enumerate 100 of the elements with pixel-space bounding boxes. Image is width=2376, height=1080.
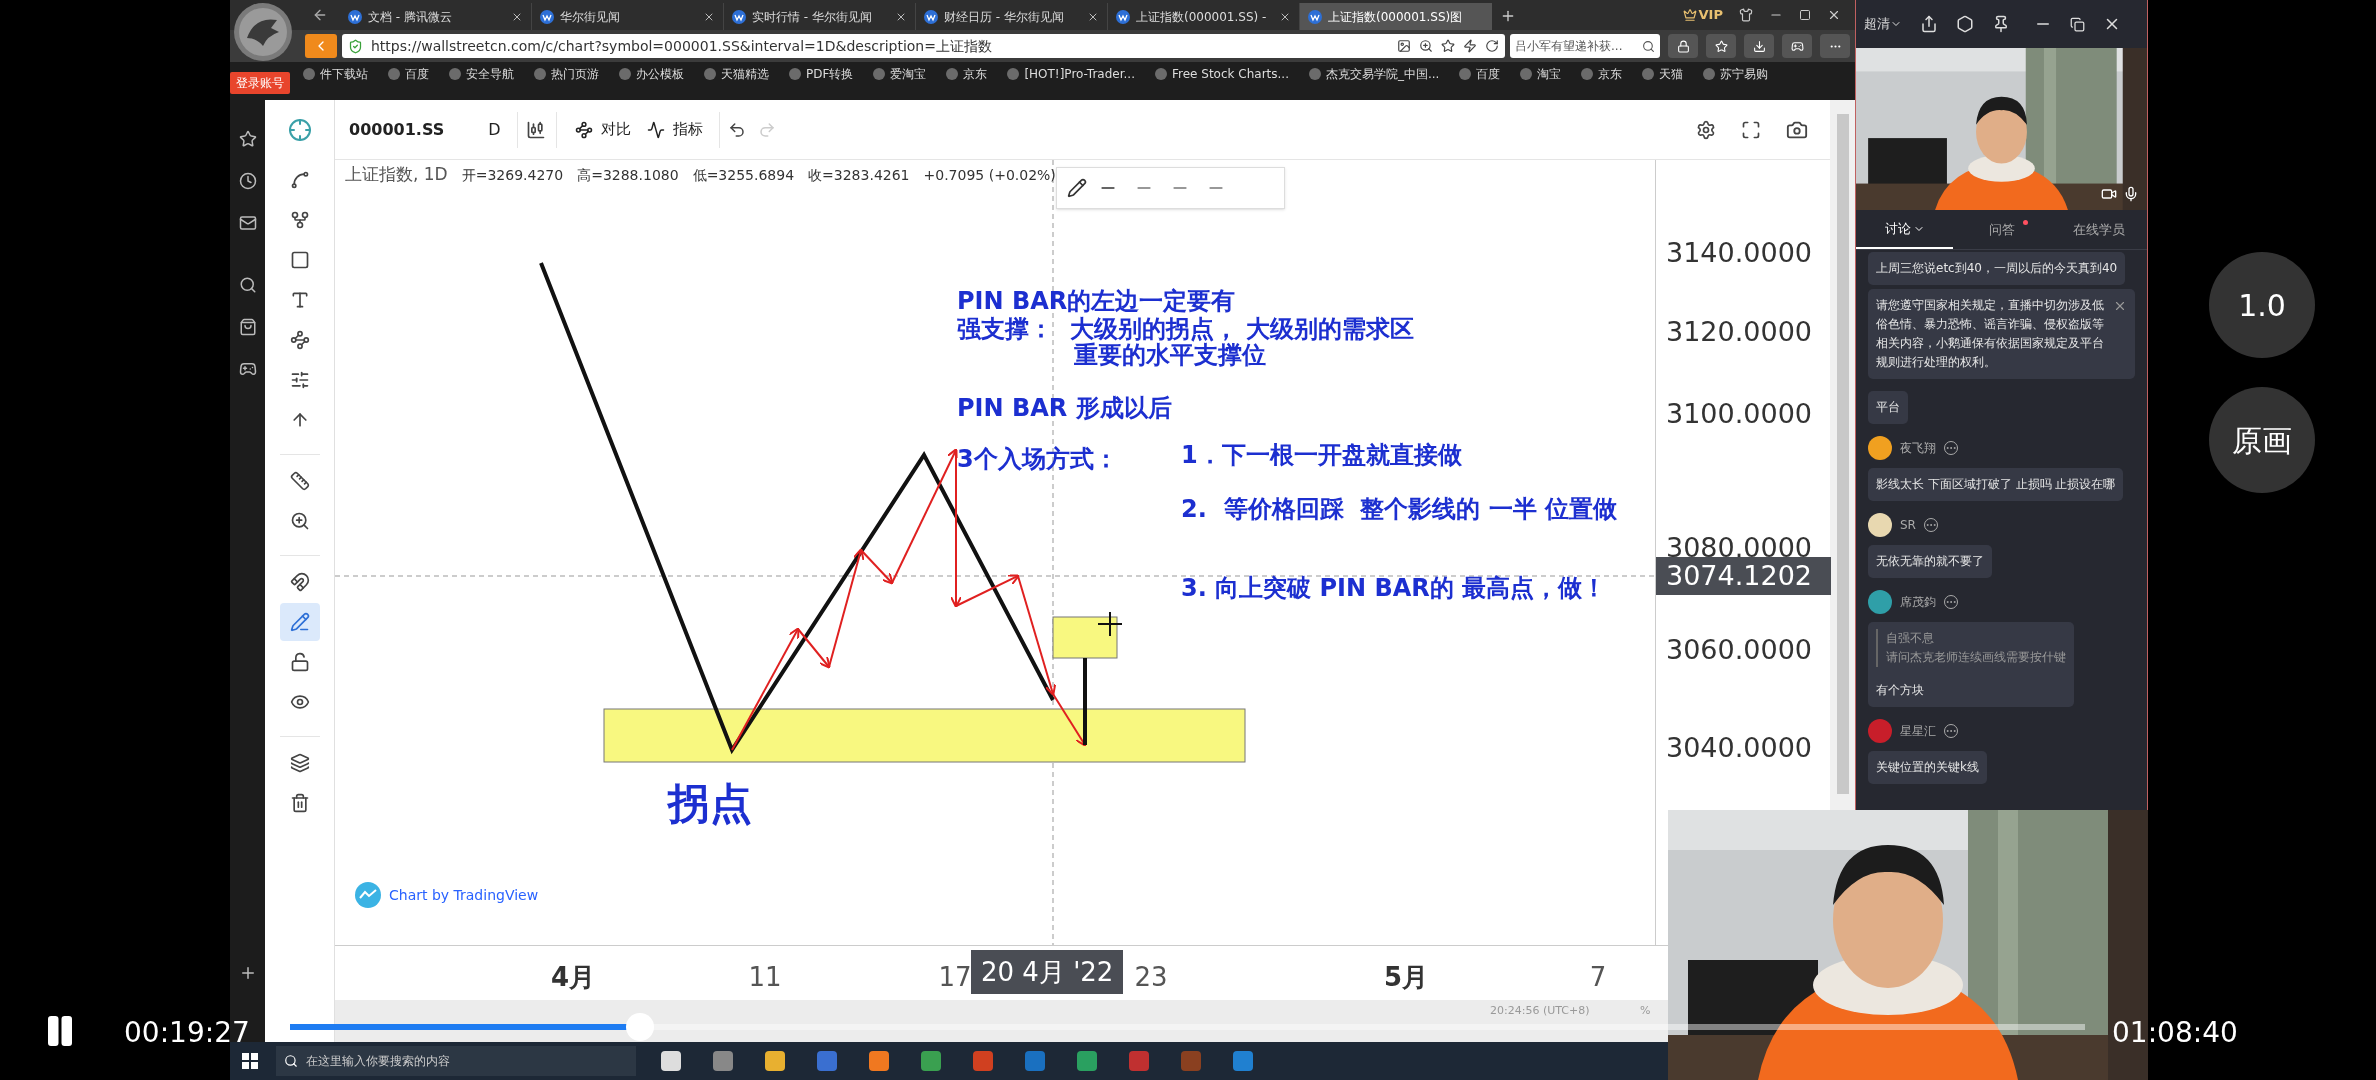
time-label: 7 — [1589, 961, 1607, 994]
tool-button[interactable] — [279, 603, 320, 641]
mail-icon[interactable] — [238, 214, 257, 232]
progress-track[interactable] — [290, 1024, 2085, 1030]
gamepad-button[interactable] — [1782, 34, 1812, 58]
maximize-icon[interactable] — [1799, 9, 1811, 21]
address-bar[interactable]: https://wallstreetcn.com/c/chart?symbol=000001.SS&interval=1D&description=上证指数 — [342, 34, 1505, 58]
app-icon[interactable] — [1076, 1050, 1098, 1072]
bookmark[interactable]: 安全导航 — [449, 65, 514, 83]
site-icon — [619, 68, 631, 80]
search-icon[interactable] — [238, 276, 257, 294]
toolbar-button[interactable]: 指标 — [638, 118, 711, 141]
quality-selector[interactable]: 超清 — [1864, 14, 1902, 34]
interval-label[interactable]: D — [480, 117, 509, 142]
site-icon — [1642, 68, 1655, 80]
chat-tab[interactable]: 问答 — [1953, 210, 2050, 249]
restore-icon[interactable] — [2070, 16, 2085, 32]
image-icon[interactable] — [1397, 39, 1411, 53]
crosshair-time-label: 20 4月 '22 — [971, 950, 1124, 994]
chat-tab[interactable]: 讨论 — [1856, 210, 1953, 249]
bookmark[interactable]: 苏宁易购 — [1703, 65, 1769, 83]
mic-icon[interactable] — [2123, 186, 2139, 202]
windows-icon[interactable] — [242, 1053, 258, 1069]
trash-icon — [289, 793, 310, 813]
bag-icon[interactable] — [238, 318, 257, 336]
star-button[interactable] — [1706, 34, 1736, 58]
refresh-icon[interactable] — [1485, 39, 1499, 53]
lock-button[interactable] — [1668, 34, 1698, 58]
zoom-in-icon[interactable] — [1419, 39, 1433, 53]
bookmark[interactable]: 办公模板 — [619, 65, 684, 83]
price-label: 3060.0000 — [1666, 633, 1812, 667]
back-arrow-icon[interactable] — [312, 7, 328, 23]
user-name: 席茂鈞 — [1900, 594, 1936, 611]
url-text: https://wallstreetcn.com/c/chart?symbol=000001.SS&interval=1D&description=上证指数 — [371, 36, 993, 56]
pin-icon[interactable] — [1992, 15, 2010, 33]
chart-credit[interactable]: Chart by TradingView — [389, 884, 539, 906]
quality-button[interactable]: 原画 — [2209, 387, 2315, 493]
login-badge[interactable]: 登录账号 — [230, 72, 290, 94]
gamepad-icon[interactable] — [238, 360, 257, 378]
bookmark[interactable]: 百度 — [388, 65, 429, 83]
lightning-icon[interactable] — [1463, 39, 1477, 53]
new-tab-icon[interactable] — [1500, 8, 1516, 24]
bookmark[interactable]: [HOT!]Pro-Trader... — [1007, 65, 1135, 83]
search-icon — [284, 1054, 298, 1068]
toolbar-button[interactable]: 对比 — [566, 118, 639, 141]
star-icon[interactable] — [1441, 39, 1455, 53]
search-field[interactable]: 吕小军有望递补获... — [1510, 34, 1660, 58]
bookmark[interactable]: 京东 — [946, 65, 988, 83]
chat-message: 影线太长 下面区域打破了 止损吗 止损设在哪 — [1876, 476, 2116, 493]
legend-value: 收=3283.4261 — [808, 166, 910, 185]
symbol-label[interactable]: 000001.SS — [345, 117, 449, 142]
clock-icon[interactable] — [238, 172, 257, 190]
site-icon — [1308, 68, 1321, 80]
legend-value: 高=3288.1080 — [577, 166, 679, 185]
legend-title[interactable]: 上证指数, 1D — [345, 162, 448, 188]
app-icon[interactable] — [868, 1050, 890, 1072]
app-icon[interactable] — [660, 1050, 682, 1072]
crosshair-icon[interactable] — [287, 118, 312, 142]
user-name: 星星汇 — [1900, 723, 1936, 740]
candlestick-icon[interactable] — [525, 119, 546, 140]
time-label: 23 — [1134, 961, 1168, 994]
bookmark[interactable]: Free Stock Charts... — [1155, 65, 1289, 83]
vip-label[interactable]: VIP — [1682, 5, 1723, 25]
share-icon[interactable] — [1920, 15, 1938, 33]
app-icon[interactable] — [764, 1050, 786, 1072]
site-icon — [789, 68, 801, 80]
bookmark[interactable]: 京东 — [1581, 65, 1623, 83]
bookmark[interactable]: 件下载站 — [303, 65, 368, 83]
quote-author: 自强不息 — [1886, 630, 1935, 647]
bookmark[interactable]: 爱淘宝 — [873, 65, 927, 83]
undo-icon[interactable] — [727, 120, 746, 139]
fullscreen-icon[interactable] — [1741, 119, 1761, 140]
site-icon — [449, 68, 461, 80]
annotation-text: 强支撑： 大级别的拐点， 大级别的需求区 — [957, 317, 1415, 341]
star-icon[interactable] — [238, 130, 257, 148]
chat-message: 有个方块 — [1876, 682, 1925, 699]
webcam-icon[interactable] — [2101, 186, 2117, 202]
bookmark[interactable]: 淘宝 — [1520, 65, 1562, 83]
speed-button[interactable]: 1.0 — [2209, 252, 2315, 358]
site-icon — [1155, 68, 1167, 80]
bookmark[interactable]: PDF转换 — [789, 65, 854, 83]
browser-logo-icon[interactable] — [233, 2, 293, 62]
site-icon — [534, 68, 546, 80]
tradingview-logo-icon — [355, 882, 381, 908]
pencil-icon[interactable] — [1067, 178, 1087, 198]
bookmark[interactable]: 热门页游 — [534, 65, 599, 83]
taskbar-search-field[interactable]: 在这里输入你要搜索的内容 — [276, 1046, 636, 1076]
scrollbar-thumb[interactable] — [1836, 114, 1849, 794]
close-icon[interactable] — [1827, 8, 1841, 22]
download-button[interactable] — [1744, 34, 1774, 58]
skin-icon[interactable] — [1739, 8, 1753, 22]
browser-tab[interactable]: 上证指数(000001.SS)图 — [1300, 3, 1492, 30]
chat-tab[interactable]: 在线学员 — [2050, 210, 2147, 249]
bookmark[interactable]: 杰克交易学院_中国... — [1308, 65, 1440, 83]
chat-message: 上周三您说etc到40，一周以后的今天真到40 — [1868, 252, 2126, 285]
bookmark[interactable]: 天猫精选 — [704, 65, 769, 83]
bookmark[interactable]: 天猫 — [1642, 65, 1684, 83]
app-icon[interactable] — [920, 1050, 942, 1072]
bookmark[interactable]: 百度 — [1459, 65, 1501, 83]
site-icon — [732, 9, 746, 24]
